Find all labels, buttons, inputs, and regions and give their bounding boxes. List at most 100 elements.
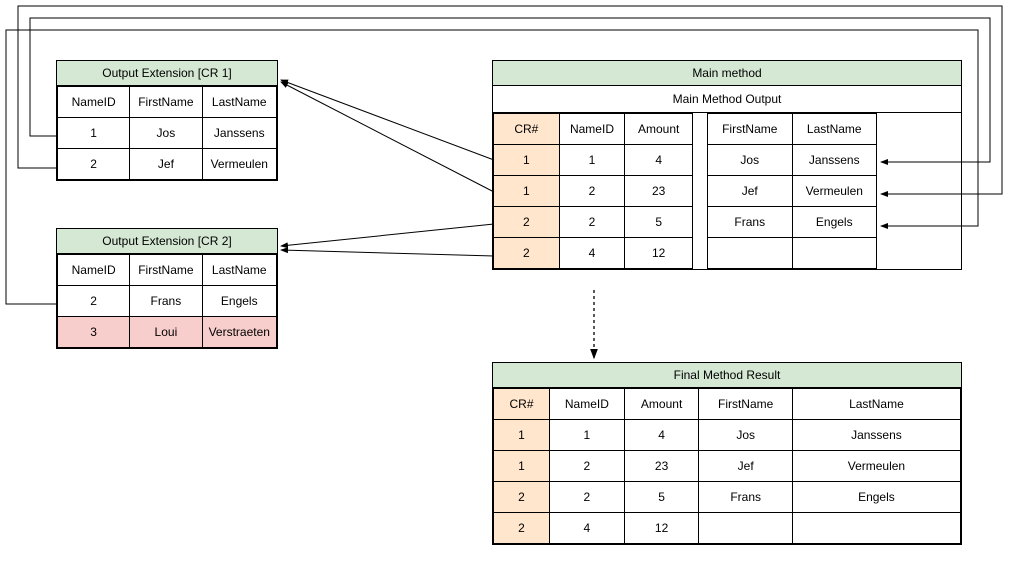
cell: 5 (624, 482, 699, 513)
cell: Frans (699, 482, 792, 513)
main-output-title: Main Method Output (493, 86, 961, 113)
ext2-title: Output Extension [CR 2] (57, 229, 277, 254)
table-row: 1 1 4 (494, 145, 693, 176)
cell: 1 (559, 145, 625, 176)
cell-cr: 2 (494, 513, 550, 544)
cell (699, 513, 792, 544)
cell: Vermeulen (792, 451, 960, 482)
col-header: NameID (550, 389, 625, 420)
cell: 4 (624, 420, 699, 451)
cell-cr: 2 (494, 207, 560, 238)
col-header: FirstName (699, 389, 792, 420)
cell: 2 (550, 451, 625, 482)
arrow-cr1-a (281, 80, 494, 160)
arrow-cr2-b (281, 250, 494, 256)
cell: 4 (625, 145, 693, 176)
cell-cr: 1 (494, 176, 560, 207)
main-left-table: CR# NameID Amount 1 1 4 1 2 23 2 2 5 (493, 113, 693, 269)
table-row: CR# NameID Amount (494, 114, 693, 145)
table-row-highlighted: 3 Loui Verstraeten (58, 317, 277, 348)
cell: Frans (130, 286, 202, 317)
col-header: Amount (624, 389, 699, 420)
main-method-box: Main method Main Method Output CR# NameI… (492, 60, 962, 270)
table-row: Jos Janssens (708, 145, 877, 176)
cell: Vermeulen (202, 149, 276, 180)
cell: 2 (58, 149, 130, 180)
col-header: FirstName (708, 114, 793, 145)
cell: Verstraeten (202, 317, 276, 348)
arrow-cr2-a (281, 224, 494, 246)
cell-cr: 2 (494, 482, 550, 513)
ext2-table: NameID FirstName LastName 2 Frans Engels… (57, 254, 277, 348)
cell: 1 (58, 118, 130, 149)
col-header: LastName (792, 389, 960, 420)
col-header: LastName (202, 255, 276, 286)
cell: Jos (708, 145, 793, 176)
cell: Engels (792, 482, 960, 513)
arrow-cr1-b (281, 82, 494, 192)
cell: 2 (550, 482, 625, 513)
cell-cr: 1 (494, 420, 550, 451)
main-title: Main method (493, 61, 961, 86)
cell: Janssens (202, 118, 276, 149)
cell: 2 (559, 207, 625, 238)
cell: Jef (708, 176, 793, 207)
cell: Jos (699, 420, 792, 451)
table-row: FirstName LastName (708, 114, 877, 145)
cell (792, 238, 877, 269)
final-title: Final Method Result (493, 363, 961, 388)
cell-cr: 2 (494, 238, 560, 269)
col-header-amount: Amount (625, 114, 693, 145)
table-row: 2 4 12 (494, 238, 693, 269)
output-extension-cr1: Output Extension [CR 1] NameID FirstName… (56, 60, 278, 181)
cell: 2 (58, 286, 130, 317)
col-header-cr: CR# (494, 389, 550, 420)
cell: 4 (559, 238, 625, 269)
final-table: CR# NameID Amount FirstName LastName 1 1… (493, 388, 961, 544)
col-header: FirstName (130, 87, 202, 118)
cell: Janssens (792, 145, 877, 176)
cell: Jos (130, 118, 202, 149)
cell: Engels (202, 286, 276, 317)
cell: Engels (792, 207, 877, 238)
ext1-table: NameID FirstName LastName 1 Jos Janssens… (57, 86, 277, 180)
cell: 5 (625, 207, 693, 238)
cell: 12 (625, 238, 693, 269)
col-header-cr: CR# (494, 114, 560, 145)
table-row: 2 2 5 Frans Engels (494, 482, 961, 513)
cell: 12 (624, 513, 699, 544)
cell: 3 (58, 317, 130, 348)
table-row: CR# NameID Amount FirstName LastName (494, 389, 961, 420)
col-header: LastName (202, 87, 276, 118)
col-header: LastName (792, 114, 877, 145)
table-row: 2 Jef Vermeulen (58, 149, 277, 180)
cell: Loui (130, 317, 202, 348)
table-row: 1 2 23 (494, 176, 693, 207)
table-row: 2 4 12 (494, 513, 961, 544)
table-row (708, 238, 877, 269)
cell (792, 513, 960, 544)
table-row: Frans Engels (708, 207, 877, 238)
col-header: NameID (58, 87, 130, 118)
final-result-box: Final Method Result CR# NameID Amount Fi… (492, 362, 962, 545)
table-row: 1 Jos Janssens (58, 118, 277, 149)
table-row: 1 2 23 Jef Vermeulen (494, 451, 961, 482)
cell-cr: 1 (494, 145, 560, 176)
table-row: 2 Frans Engels (58, 286, 277, 317)
table-row: NameID FirstName LastName (58, 255, 277, 286)
table-row: 1 1 4 Jos Janssens (494, 420, 961, 451)
ext1-title: Output Extension [CR 1] (57, 61, 277, 86)
main-right-table: FirstName LastName Jos Janssens Jef Verm… (707, 113, 877, 269)
cell (708, 238, 793, 269)
cell: 4 (550, 513, 625, 544)
cell-cr: 1 (494, 451, 550, 482)
cell: Jef (130, 149, 202, 180)
cell: 1 (550, 420, 625, 451)
table-row: NameID FirstName LastName (58, 87, 277, 118)
cell: Janssens (792, 420, 960, 451)
cell: 23 (625, 176, 693, 207)
table-row: Jef Vermeulen (708, 176, 877, 207)
cell: Frans (708, 207, 793, 238)
cell: Jef (699, 451, 792, 482)
cell: Vermeulen (792, 176, 877, 207)
